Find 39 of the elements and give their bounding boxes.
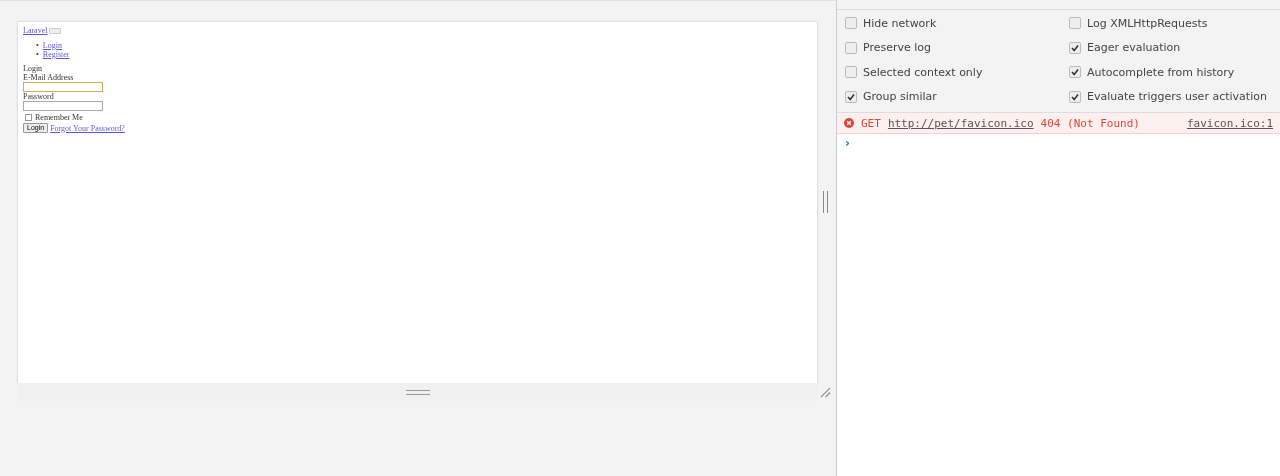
brand-link[interactable]: Laravel [23, 26, 48, 35]
nav-link[interactable]: Register [42, 50, 70, 59]
resize-handle[interactable] [406, 390, 430, 395]
setting-checkbox[interactable] [845, 41, 857, 54]
setting-checkbox[interactable] [1069, 17, 1081, 30]
error-icon [844, 118, 854, 128]
setting-checkbox[interactable] [845, 90, 857, 103]
setting-checkbox[interactable] [1069, 41, 1081, 54]
password-label: Password [23, 92, 55, 101]
resize-corner-icon[interactable] [820, 387, 831, 398]
source-link[interactable]: favicon.ico:1 [1186, 116, 1273, 130]
password-input[interactable] [23, 101, 103, 111]
setting-label: Preserve log [863, 41, 932, 55]
setting-label: Log XMLHttpRequests [1087, 16, 1208, 30]
setting-label: Eager evaluation [1087, 41, 1181, 55]
resize-handle[interactable] [823, 191, 828, 213]
setting-label: Evaluate triggers user activation [1087, 90, 1267, 104]
setting-checkbox[interactable] [845, 66, 857, 79]
setting-checkbox[interactable] [1069, 90, 1081, 103]
list-bullet: • [36, 50, 39, 59]
setting-label: Selected context only [863, 65, 983, 79]
setting-checkbox[interactable] [1069, 66, 1081, 79]
setting-checkbox[interactable] [845, 17, 857, 30]
email-input[interactable] [23, 82, 103, 92]
console-prompt[interactable]: › [837, 134, 853, 150]
setting-label: Autocomplete from history [1087, 65, 1235, 79]
error-url-link[interactable]: http://pet/favicon.ico [887, 116, 1034, 130]
error-method: GET [861, 116, 881, 130]
error-status: 404 (Not Found) [1040, 116, 1140, 130]
list-bullet: • [36, 41, 39, 50]
email-label: E-Mail Address [23, 73, 75, 82]
setting-label: Hide network [863, 16, 937, 30]
nav-link[interactable]: Login [42, 41, 62, 50]
remember-label: Remember Me [35, 113, 83, 122]
form-heading: Login [23, 64, 44, 73]
forgot-password-link[interactable]: Forgot Your Password? [50, 123, 125, 133]
setting-label: Group similar [863, 90, 937, 104]
remember-checkbox[interactable] [25, 114, 32, 121]
navbar-toggler[interactable] [49, 27, 62, 34]
